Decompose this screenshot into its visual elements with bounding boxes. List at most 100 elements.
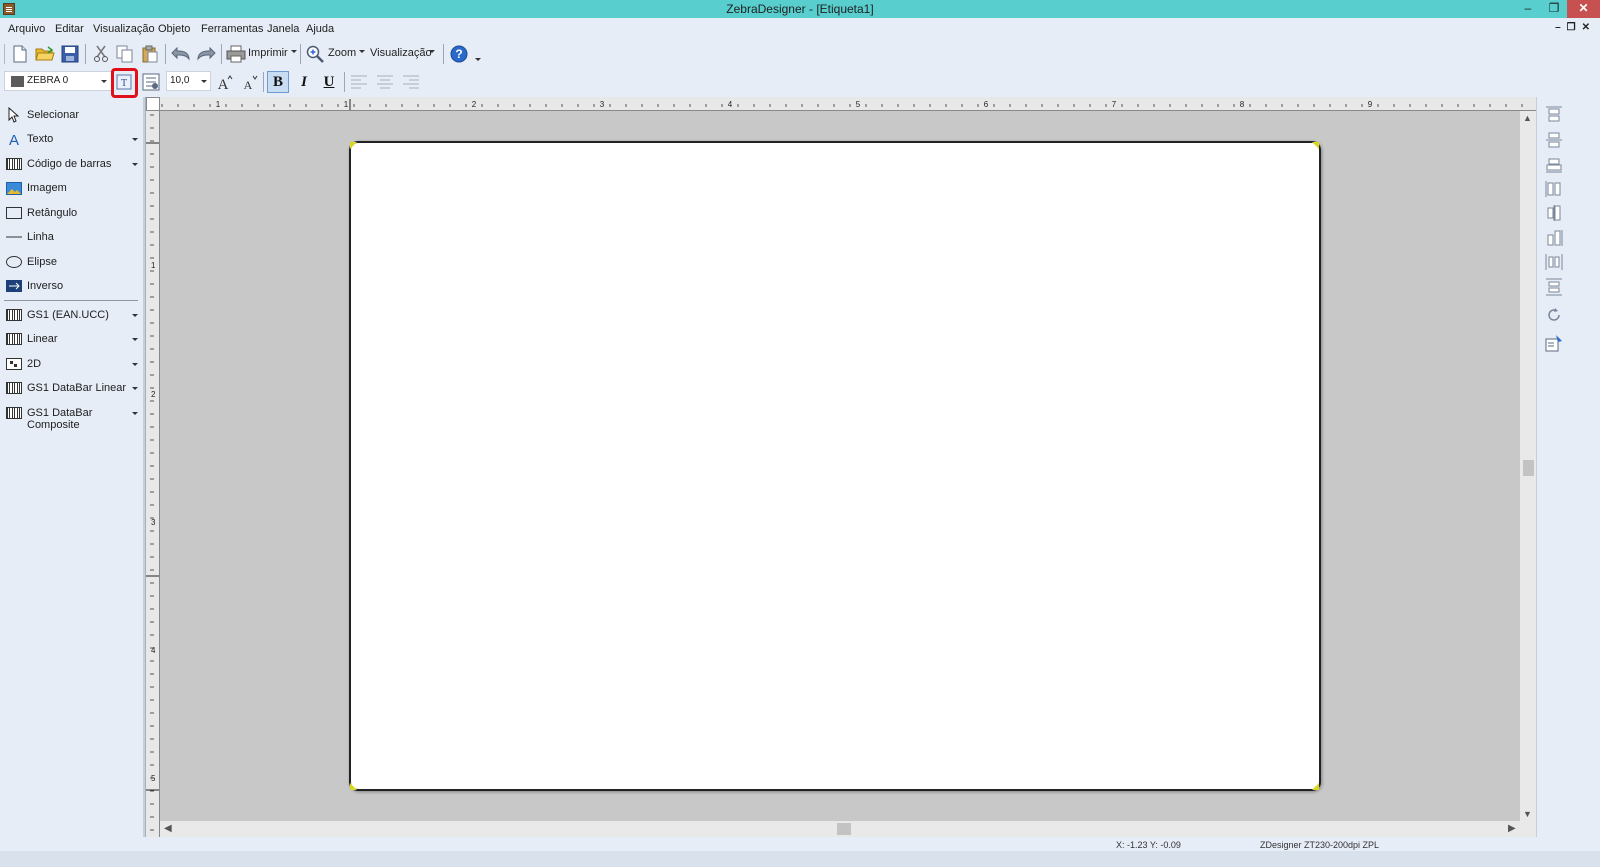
barcode-icon: [6, 332, 22, 346]
toolbar-separator: [300, 44, 301, 64]
ruler-label: 3: [151, 518, 156, 527]
tool-rectangle[interactable]: Retângulo: [0, 201, 144, 225]
align-bottom-icon[interactable]: [1545, 155, 1563, 173]
zoom-button[interactable]: Zoom: [328, 47, 356, 59]
tool-select-label: Selecionar: [27, 109, 79, 121]
menu-visualizacao[interactable]: Visualização: [93, 23, 155, 35]
decrease-font-icon[interactable]: A: [239, 71, 261, 93]
save-icon[interactable]: [59, 43, 81, 65]
chevron-down-icon[interactable]: [132, 163, 138, 166]
italic-button[interactable]: I: [293, 71, 315, 93]
chevron-down-icon[interactable]: [132, 138, 138, 141]
ruler-label: 6: [984, 100, 989, 109]
restore-button[interactable]: ❐: [1541, 0, 1567, 18]
undo-icon[interactable]: [170, 43, 192, 65]
close-button[interactable]: ✕: [1567, 0, 1600, 18]
svg-text:A: A: [244, 78, 253, 91]
print-button[interactable]: Imprimir: [248, 47, 288, 59]
tool-text[interactable]: A Texto: [0, 127, 144, 151]
scroll-up-icon[interactable]: ▲: [1523, 113, 1532, 123]
align-left-edge-icon[interactable]: [1545, 180, 1563, 198]
paste-icon[interactable]: [139, 43, 161, 65]
printer-icon[interactable]: [225, 43, 247, 65]
align-left-icon[interactable]: [348, 71, 370, 93]
toolbar-separator: [263, 72, 264, 92]
print-dropdown-arrow[interactable]: [291, 50, 297, 53]
align-center-vertical-icon[interactable]: [1545, 204, 1563, 222]
chevron-down-icon[interactable]: [132, 387, 138, 390]
underline-button[interactable]: U: [318, 71, 340, 93]
mdi-window-controls[interactable]: –❐✕: [1555, 22, 1596, 33]
tool-ellipse[interactable]: Elipse: [0, 250, 144, 274]
bold-button[interactable]: B: [267, 71, 289, 93]
align-center-icon[interactable]: [374, 71, 396, 93]
tool-select[interactable]: Selecionar: [0, 103, 144, 127]
minimize-button[interactable]: –: [1515, 0, 1541, 18]
rotate-icon[interactable]: [1545, 306, 1563, 324]
copy-icon[interactable]: [114, 43, 136, 65]
tool-linear[interactable]: Linear: [0, 327, 144, 351]
chevron-down-icon[interactable]: [132, 363, 138, 366]
help-icon[interactable]: ?: [448, 43, 470, 65]
svg-text:?: ?: [455, 47, 462, 61]
zoom-icon[interactable]: [304, 43, 326, 65]
menu-ferramentas[interactable]: Ferramentas: [201, 23, 263, 35]
toolbar-separator: [344, 72, 345, 92]
chevron-down-icon[interactable]: [132, 412, 138, 415]
tool-barcode[interactable]: Código de barras: [0, 152, 144, 176]
svg-text:A: A: [9, 132, 19, 146]
tool-inverse[interactable]: Inverso: [0, 274, 144, 298]
italic-label: I: [301, 73, 307, 90]
menu-janela[interactable]: Janela: [267, 23, 299, 35]
tool-gs1-ean[interactable]: GS1 (EAN.UCC): [0, 303, 144, 327]
chevron-down-icon[interactable]: [132, 314, 138, 317]
cut-icon[interactable]: [90, 43, 112, 65]
redo-icon[interactable]: [195, 43, 217, 65]
chevron-down-icon[interactable]: [132, 338, 138, 341]
menu-editar[interactable]: Editar: [55, 23, 84, 35]
toolbar-separator: [85, 44, 86, 64]
distribute-horizontal-icon[interactable]: [1545, 253, 1563, 271]
align-top-icon[interactable]: [1545, 106, 1563, 124]
align-right-edge-icon[interactable]: [1545, 229, 1563, 247]
design-canvas[interactable]: [160, 111, 1520, 821]
vertical-scroll-thumb[interactable]: [1523, 460, 1534, 476]
tool-gs1-databar-composite[interactable]: GS1 DataBar Composite: [0, 401, 144, 431]
tool-text-label: Texto: [27, 133, 54, 145]
distribute-vertical-icon[interactable]: [1545, 278, 1563, 296]
horizontal-scrollbar[interactable]: ◀ ▶: [160, 821, 1520, 837]
printer-font-select[interactable]: ZEBRA 0: [4, 71, 112, 91]
zoom-dropdown-arrow[interactable]: [359, 50, 365, 53]
menu-ajuda[interactable]: Ajuda: [306, 23, 334, 35]
scroll-right-icon[interactable]: ▶: [1508, 823, 1516, 834]
toolbar-grip: [4, 44, 5, 64]
align-middle-icon[interactable]: [1545, 131, 1563, 149]
scroll-left-icon[interactable]: ◀: [164, 823, 172, 834]
menu-objeto[interactable]: Objeto: [158, 23, 190, 35]
font-size-select[interactable]: 10,0: [166, 71, 211, 91]
toolbar-options-arrow[interactable]: [475, 58, 481, 61]
horizontal-scroll-thumb[interactable]: [837, 823, 851, 835]
vertical-scrollbar[interactable]: ▲ ▼: [1520, 111, 1536, 821]
scroll-down-icon[interactable]: ▼: [1523, 809, 1532, 819]
vertical-ruler: 1 2 3 4 5: [146, 111, 160, 837]
menu-arquivo[interactable]: Arquivo: [8, 23, 45, 35]
new-document-icon[interactable]: [9, 43, 31, 65]
font-settings-icon[interactable]: [140, 71, 162, 93]
tool-line[interactable]: Linha: [0, 225, 144, 249]
label-area[interactable]: [349, 141, 1321, 791]
tool-gs1-databar-linear[interactable]: GS1 DataBar Linear: [0, 376, 144, 400]
tool-2d[interactable]: 2D: [0, 352, 144, 376]
window-bottom-edge: [0, 851, 1600, 867]
horizontal-ruler: 1 1 2 3 4 5 6 7 8 9: [160, 97, 1536, 111]
text-format-toolbar: ZEBRA 0 T 10,0 A A B I U: [0, 68, 1600, 96]
view-button[interactable]: Visualização: [370, 47, 432, 59]
toolbox-panel: Selecionar A Texto Código de barras Imag…: [0, 99, 144, 837]
tool-image[interactable]: Imagem: [0, 176, 144, 200]
view-dropdown-arrow[interactable]: [429, 50, 435, 53]
ruler-corner[interactable]: [146, 97, 160, 111]
align-right-icon[interactable]: [400, 71, 422, 93]
open-folder-icon[interactable]: [34, 43, 56, 65]
object-properties-icon[interactable]: [1545, 334, 1563, 352]
increase-font-icon[interactable]: A: [214, 71, 236, 93]
